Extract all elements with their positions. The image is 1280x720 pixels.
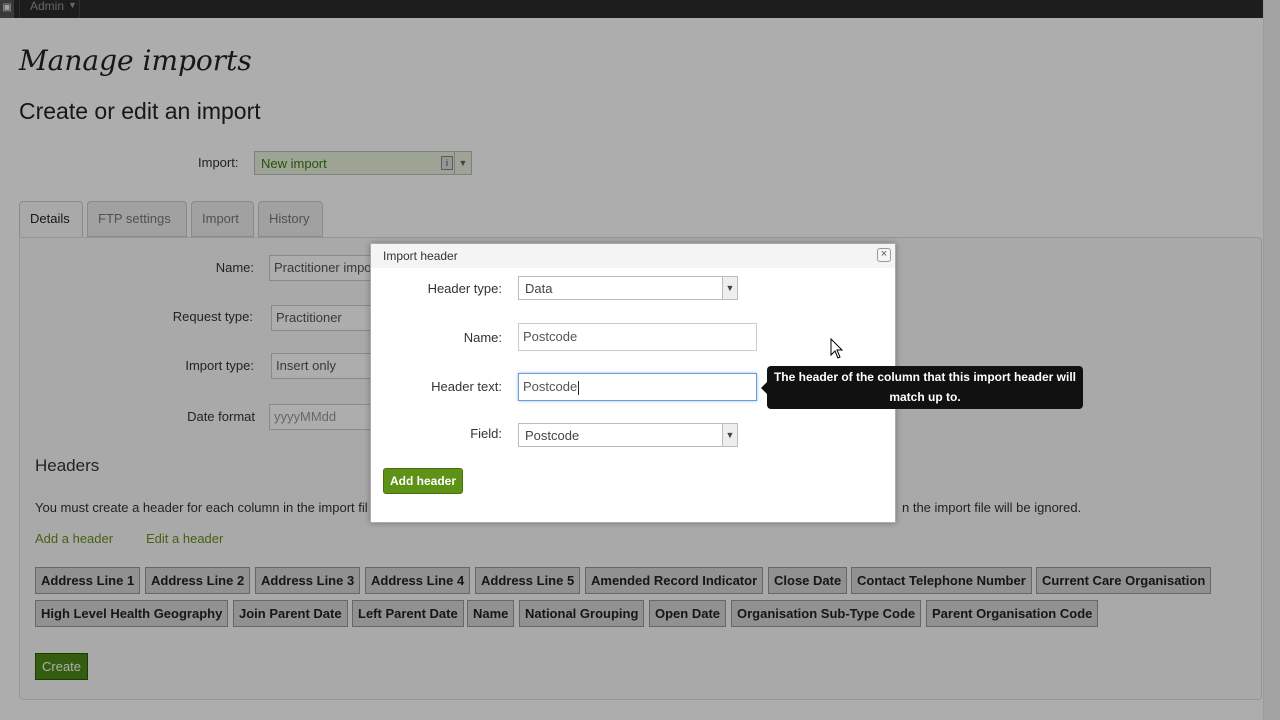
- field-label: Field:: [470, 426, 502, 441]
- field-value: Postcode: [525, 428, 580, 443]
- close-icon[interactable]: ×: [877, 248, 891, 262]
- text-caret: [578, 380, 580, 395]
- mouse-pointer-icon: [830, 338, 844, 359]
- chevron-down-icon[interactable]: ▼: [722, 277, 737, 299]
- tooltip-line-2: match up to.: [889, 390, 961, 404]
- field-select[interactable]: Postcode ▼: [518, 423, 738, 447]
- header-text-value: Postcode: [523, 379, 578, 394]
- header-type-value: Data: [525, 281, 553, 296]
- header-type-select[interactable]: Data ▼: [518, 276, 738, 300]
- tooltip-arrow: [761, 382, 767, 394]
- dialog-name-input[interactable]: Postcode: [518, 323, 757, 351]
- header-text-input[interactable]: Postcode: [518, 373, 757, 401]
- dialog-title: Import header: [383, 249, 458, 263]
- header-text-label: Header text:: [431, 379, 502, 394]
- header-text-tooltip: The header of the column that this impor…: [761, 366, 1083, 409]
- dialog-name-label: Name:: [463, 330, 502, 345]
- chevron-down-icon[interactable]: ▼: [722, 424, 737, 446]
- add-header-button[interactable]: Add header: [383, 468, 464, 494]
- header-type-label: Header type:: [427, 281, 502, 296]
- tooltip-line-1: The header of the column that this impor…: [773, 370, 1077, 384]
